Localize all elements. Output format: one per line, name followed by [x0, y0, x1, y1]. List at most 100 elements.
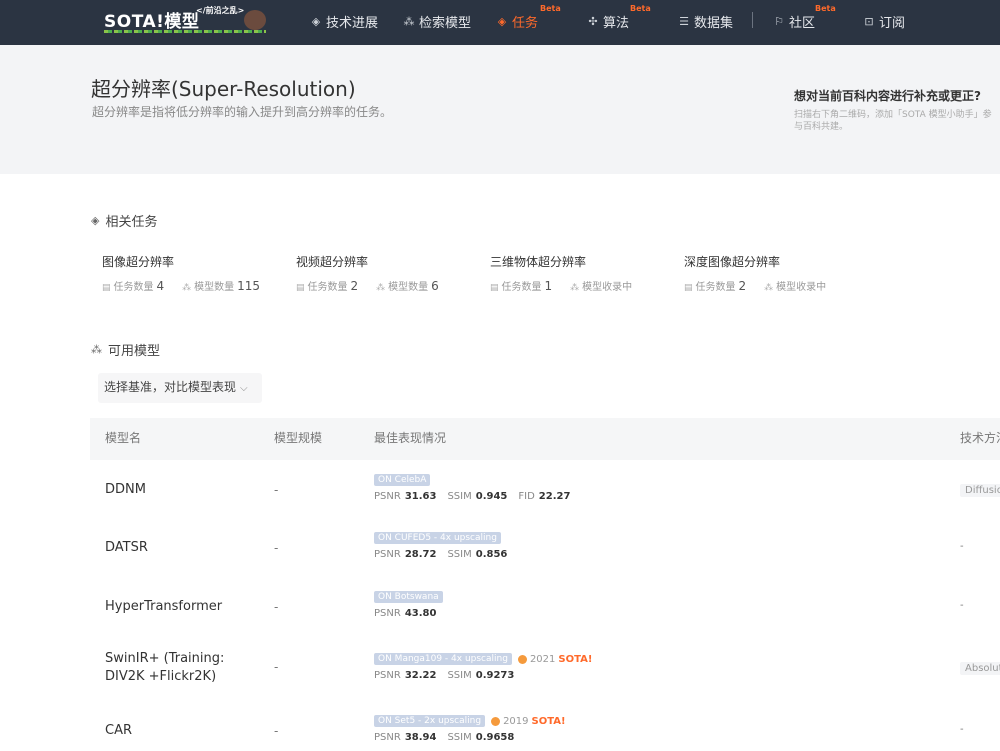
nav-item-tasks[interactable]: ◈ 任务 Beta: [496, 4, 561, 31]
task-icon: ▤: [296, 283, 305, 293]
related-task-card[interactable]: 三维物体超分辨率 ▤ 任务数量 1 ⁂ 模型收录中: [490, 253, 670, 293]
model-size: -: [274, 660, 279, 674]
metric: PSNR 38.94: [374, 732, 437, 743]
feedback-text: 扫描右下角二维码，添加「SOTA 模型小助手」参与百科共建。: [794, 110, 992, 132]
related-tasks-heading: ◈ 相关任务: [91, 211, 157, 230]
nav-item-label: 算法: [603, 16, 630, 31]
top-nav: SOTA!模型 </前沿之乱> ◈ 技术进展 ⁂ 检索模型 ◈ 任务 Beta …: [0, 0, 1000, 45]
dataset-tag[interactable]: ON Manga109 - 4x upscaling: [374, 653, 512, 665]
feedback-title: 想对当前百科内容进行补充或更正?: [794, 89, 981, 103]
model-name-link[interactable]: SwinIR+ (Training: DIV2K +Flickr2K): [105, 650, 265, 686]
method-tag: Diffusion: [960, 484, 1000, 497]
method-value: -: [960, 541, 964, 552]
cluster-icon: ⁂: [764, 283, 774, 293]
beta-badge: Beta: [815, 4, 836, 13]
nav-item-label: 订阅: [879, 16, 906, 31]
beta-badge: Beta: [630, 4, 651, 13]
available-models-heading: ⁂ 可用模型: [91, 340, 160, 359]
beta-badge: Beta: [540, 4, 561, 13]
logo-tagline: </前沿之乱>: [196, 6, 245, 15]
logo-text: SOTA!模型: [104, 12, 200, 32]
model-name-link[interactable]: DDNM: [105, 481, 265, 499]
database-icon: ☰: [679, 14, 689, 28]
column-header-model-name[interactable]: 模型名: [105, 429, 141, 446]
nav-item-search-models[interactable]: ⁂ 检索模型: [403, 12, 472, 31]
model-name-link[interactable]: HyperTransformer: [105, 598, 265, 616]
model-count: ⁂ 模型收录中: [764, 282, 827, 293]
nav-item-datasets[interactable]: ☰ 数据集: [678, 12, 733, 31]
dataset-tag[interactable]: ON CUFED5 - 4x upscaling: [374, 532, 501, 544]
nav-item-algorithms[interactable]: ✣ 算法 Beta: [587, 4, 650, 31]
bookmark-icon: ⊡: [864, 14, 874, 28]
task-count: ▤ 任务数量 1: [490, 279, 553, 293]
dataset-tag[interactable]: ON Botswana: [374, 591, 443, 603]
nav-item-label: 技术进展: [326, 16, 379, 31]
task-count: ▤ 任务数量 2: [684, 279, 747, 293]
nav-item-label: 任务: [512, 16, 539, 31]
dataset-tag[interactable]: ON Set5 - 2x upscaling: [374, 715, 486, 727]
performance-cell: ON Set5 - 2x upscaling 2019 SOTA! PSNR 38.…: [374, 715, 566, 743]
task-icon: ▤: [684, 283, 693, 293]
sota-icon: [491, 716, 501, 726]
model-size: -: [274, 724, 279, 738]
method-tag: Absolute: [960, 662, 1000, 675]
task-icon: ◈: [497, 14, 507, 28]
cluster-icon: ⁂: [376, 283, 386, 293]
cluster-icon: ⁂: [403, 14, 415, 28]
nav-item-label: 数据集: [694, 16, 734, 31]
sota-badge: 2021 SOTA!: [517, 654, 592, 665]
nav-divider: [752, 12, 753, 28]
performance-cell: ON CelebA PSNR 31.63 SSIM 0.945 FID 22.27: [374, 474, 570, 502]
related-task-card[interactable]: 视频超分辨率 ▤ 任务数量 2 ⁂ 模型数量 6: [296, 253, 476, 293]
task-icon: ▤: [490, 283, 499, 293]
sota-icon: [517, 654, 527, 664]
related-task-card[interactable]: 图像超分辨率 ▤ 任务数量 4 ⁂ 模型数量 115: [102, 253, 282, 293]
metric: PSNR 28.72: [374, 549, 437, 560]
layers-icon: ◈: [311, 14, 321, 28]
logo-mascot-icon: [244, 10, 266, 30]
flag-icon: ⚐: [774, 14, 784, 28]
model-name-link[interactable]: DATSR: [105, 539, 265, 557]
column-header-method[interactable]: 技术方法: [960, 429, 1000, 446]
nav-item-label: 社区: [789, 16, 816, 31]
performance-cell: ON Botswana PSNR 43.80: [374, 591, 443, 619]
benchmark-select[interactable]: 选择基准，对比模型表现 ⌵: [98, 373, 262, 403]
metric: SSIM 0.945: [447, 491, 508, 502]
benchmark-select-label: 选择基准，对比模型表现: [104, 380, 237, 394]
nav-item-tech-progress[interactable]: ◈ 技术进展: [310, 12, 378, 31]
page-title: 超分辨率(Super-Resolution): [91, 77, 356, 101]
sota-badge: 2019 SOTA!: [491, 716, 566, 727]
column-header-best-performance[interactable]: 最佳表现情况: [374, 429, 446, 446]
metric: FID 22.27: [518, 491, 571, 502]
dataset-tag[interactable]: ON CelebA: [374, 474, 431, 486]
task-count: ▤ 任务数量 4: [102, 279, 165, 293]
related-task-name: 视频超分辨率: [296, 255, 369, 269]
section-title: 可用模型: [108, 344, 161, 359]
model-size: -: [274, 600, 279, 614]
model-name-link[interactable]: CAR: [105, 722, 265, 740]
performance-cell: ON Manga109 - 4x upscaling 2021 SOTA! PSN…: [374, 653, 592, 681]
metric: SSIM 0.856: [447, 549, 508, 560]
section-title: 相关任务: [105, 215, 158, 230]
model-count: ⁂ 模型数量 6: [376, 279, 439, 293]
nav-item-subscribe[interactable]: ⊡ 订阅: [863, 12, 905, 31]
method-value: -: [960, 600, 964, 611]
metric: SSIM 0.9273: [447, 670, 515, 681]
metric: PSNR 31.63: [374, 491, 437, 502]
task-count: ▤ 任务数量 2: [296, 279, 359, 293]
task-icon: ▤: [102, 283, 111, 293]
table-header: [90, 418, 1000, 460]
metric: SSIM 0.9658: [447, 732, 515, 743]
related-task-card[interactable]: 深度图像超分辨率 ▤ 任务数量 2 ⁂ 模型收录中: [684, 253, 864, 293]
logo-underline: [104, 30, 266, 33]
cube-icon: ◈: [91, 214, 100, 227]
model-size: -: [274, 541, 279, 555]
cluster-icon: ⁂: [570, 283, 580, 293]
column-header-model-size[interactable]: 模型规模: [274, 429, 322, 446]
performance-cell: ON CUFED5 - 4x upscaling PSNR 28.72 SSIM 0…: [374, 532, 507, 560]
nav-item-community[interactable]: ⚐ 社区 Beta: [773, 4, 836, 31]
cluster-icon: ⁂: [91, 343, 102, 356]
chevron-down-icon: ⌵: [240, 383, 248, 394]
model-count: ⁂ 模型收录中: [570, 282, 633, 293]
model-count: ⁂ 模型数量 115: [182, 279, 261, 293]
